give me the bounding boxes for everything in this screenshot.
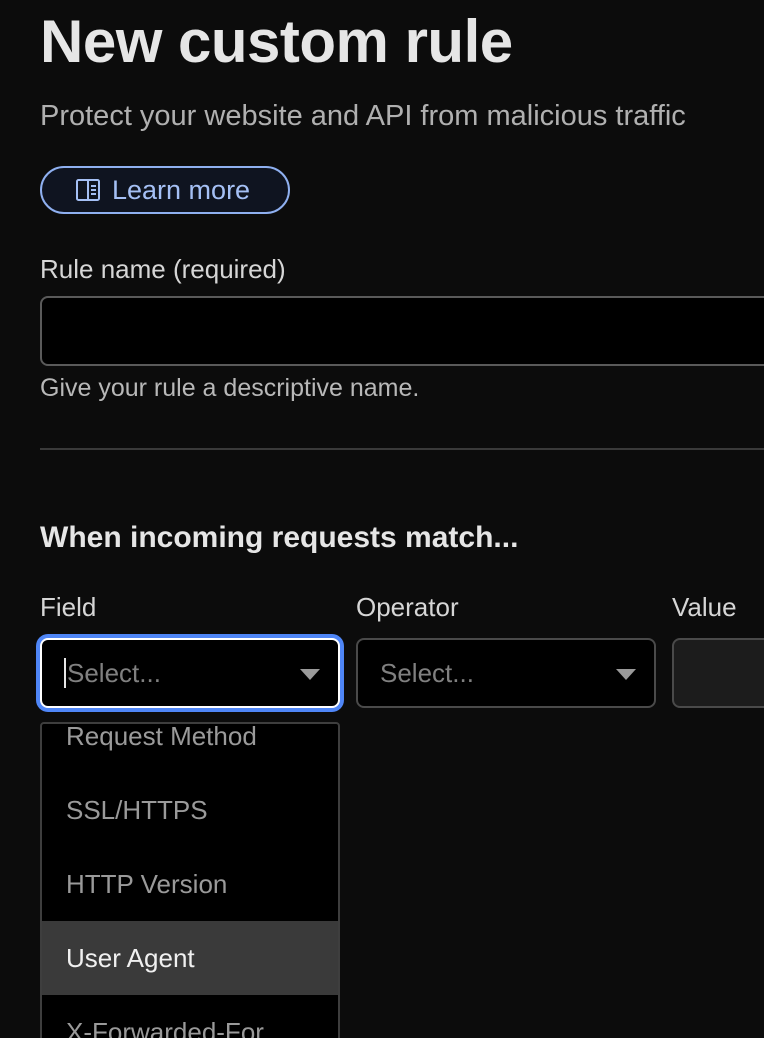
operator-label: Operator [356, 592, 459, 622]
operator-select[interactable]: Select... [356, 638, 656, 708]
book-icon [74, 176, 102, 204]
rule-name-help: Give your rule a descriptive name. [40, 374, 420, 402]
conditions-heading: When incoming requests match... [40, 521, 519, 554]
field-dropdown-menu[interactable]: Request Method SSL/HTTPS HTTP Version Us… [40, 722, 340, 1038]
dropdown-option-request-method[interactable]: Request Method [42, 724, 338, 773]
dropdown-option-http-version[interactable]: HTTP Version [42, 847, 338, 921]
chevron-down-icon[interactable] [300, 669, 320, 680]
chevron-down-icon[interactable] [616, 669, 636, 680]
page-title: New custom rule [40, 8, 513, 75]
text-cursor [64, 658, 66, 688]
field-select[interactable]: Select... [40, 638, 340, 708]
dropdown-option-ssl-https[interactable]: SSL/HTTPS [42, 773, 338, 847]
section-divider [40, 448, 764, 450]
value-input[interactable] [672, 638, 764, 708]
page-subtitle: Protect your website and API from malici… [40, 100, 686, 132]
field-select-placeholder: Select... [67, 657, 161, 688]
operator-select-placeholder: Select... [380, 657, 474, 688]
rule-name-input[interactable] [40, 296, 764, 366]
dropdown-option-x-forwarded-for[interactable]: X-Forwarded-For [42, 995, 338, 1038]
new-custom-rule-page: New custom rule Protect your website and… [0, 0, 764, 1038]
dropdown-option-user-agent[interactable]: User Agent [42, 921, 338, 995]
learn-more-button[interactable]: Learn more [40, 166, 290, 214]
field-label: Field [40, 592, 97, 622]
learn-more-label: Learn more [112, 174, 251, 205]
value-label: Value [672, 592, 737, 622]
rule-name-label: Rule name (required) [40, 254, 286, 284]
